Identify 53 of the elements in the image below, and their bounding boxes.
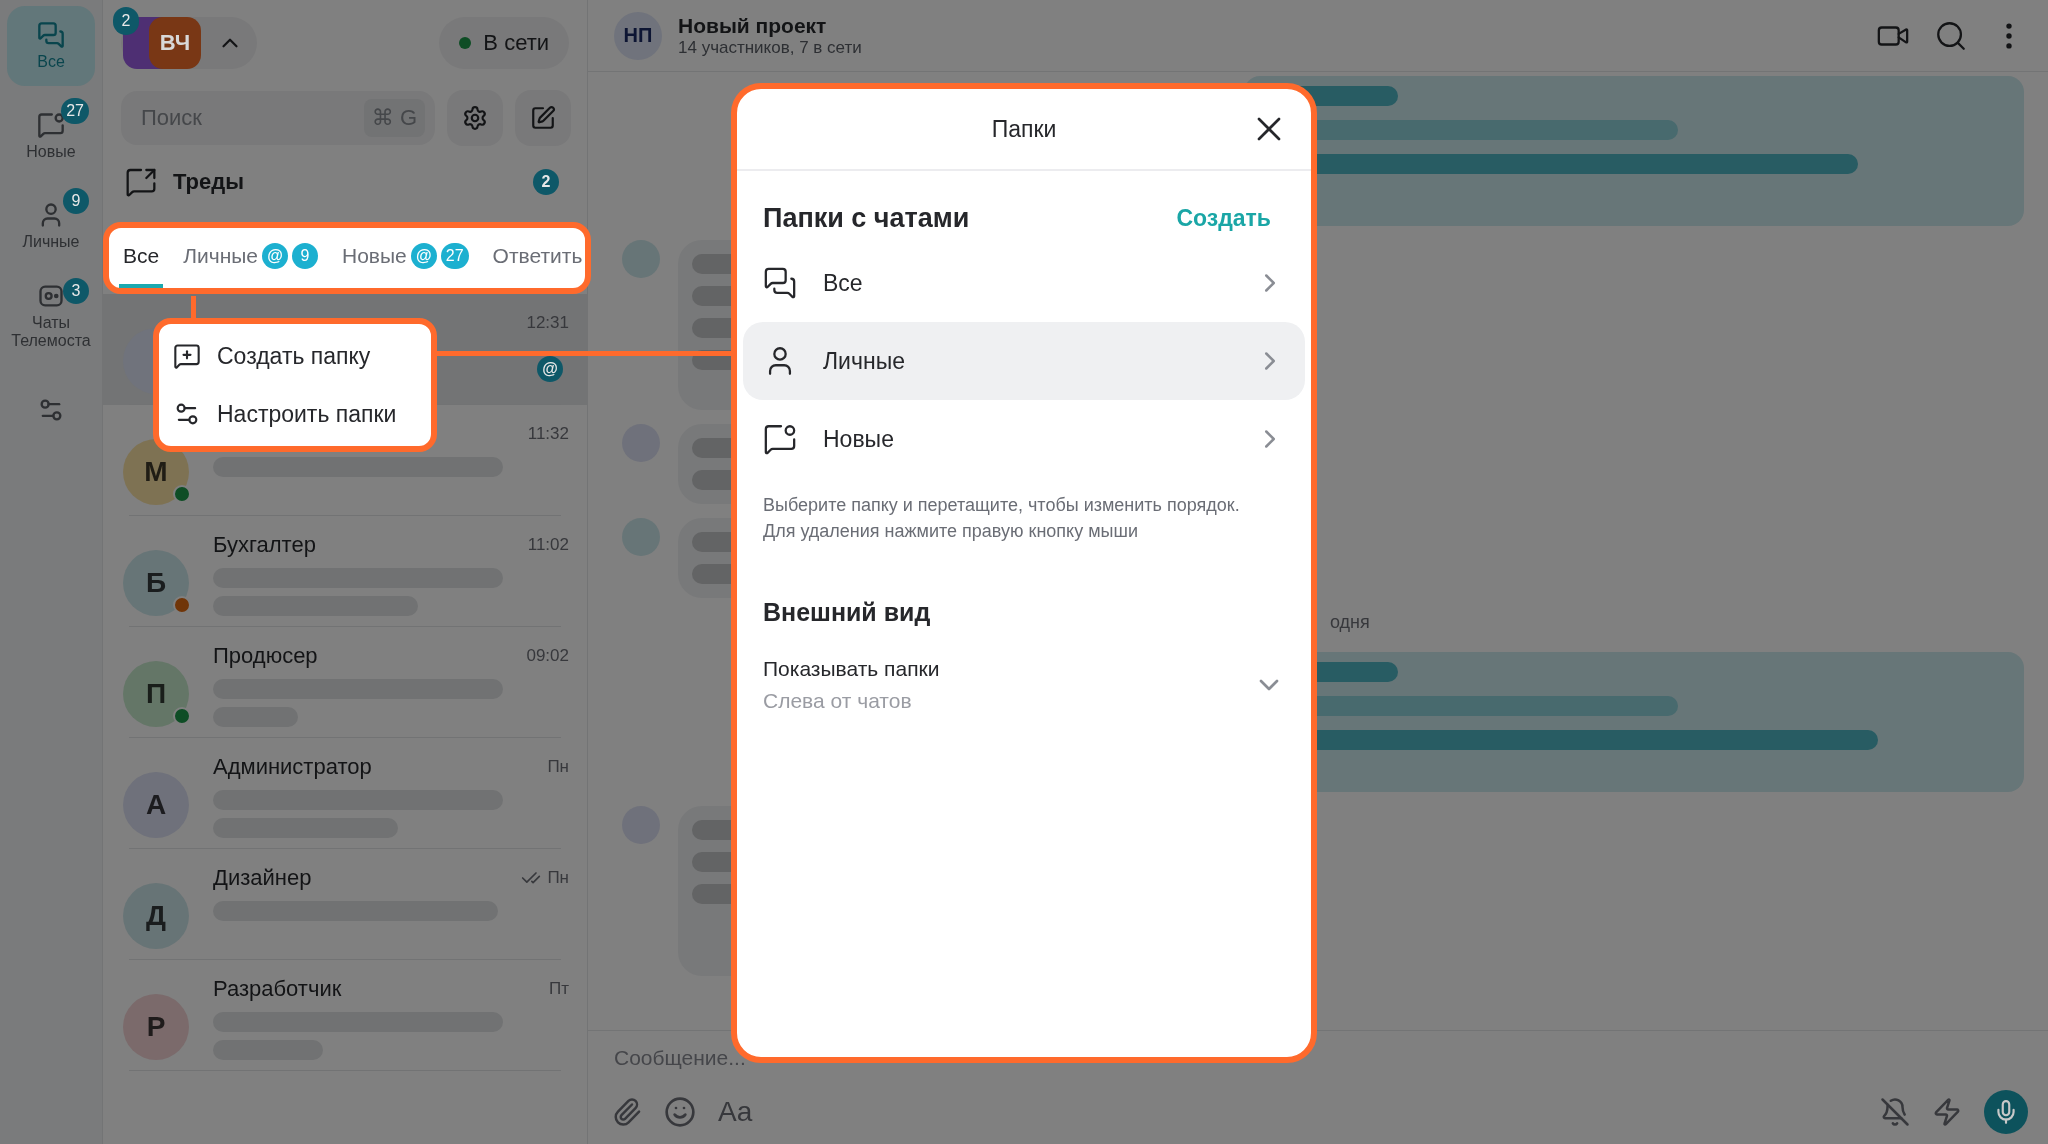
chat-avatar: М <box>123 439 189 505</box>
tab-label: Все <box>123 244 160 268</box>
count-badge: 9 <box>292 243 318 269</box>
account-avatar: ВЧ <box>149 17 201 69</box>
sidebar-label: Личные <box>22 232 80 252</box>
select-value: Слева от чатов <box>763 689 913 713</box>
chat-time: Пн <box>547 757 569 777</box>
count-badge: 27 <box>61 98 89 124</box>
hint-text: Выберите папку и перетащите, чтобы изменить порядок. Для удаления нажмите правую кнопку мыши <box>763 494 1241 543</box>
date-label: одня <box>1330 612 1370 634</box>
mention-badge: @ <box>537 356 563 382</box>
chat-avatar: А <box>123 772 189 838</box>
count-badge: 2 <box>113 7 139 35</box>
folder-label: Все <box>823 269 864 297</box>
chat-title: Новый проект <box>678 13 828 38</box>
chat-time: Пт <box>549 979 569 999</box>
chat-avatar: П <box>123 661 189 727</box>
chat-time: 09:02 <box>526 646 569 666</box>
count-badge: 2 <box>533 169 559 195</box>
section-title: Папки с чатами <box>763 203 970 234</box>
folder-label: Личные <box>823 347 906 375</box>
chat-time: 12:31 <box>526 313 569 333</box>
chat-name: Администратор <box>213 754 372 780</box>
section-title: Внешний вид <box>763 598 932 627</box>
menu-item-label: Настроить папки <box>217 400 397 428</box>
chat-subtitle: 14 участников, 7 в сети <box>678 37 863 58</box>
chat-avatar: Р <box>123 994 189 1060</box>
chat-avatar: Д <box>123 883 189 949</box>
chat-name: Продюсер <box>213 643 318 669</box>
chat-time: Пн <box>547 868 569 888</box>
count-badge: 9 <box>63 188 89 214</box>
chat-time: 11:32 <box>527 424 569 444</box>
sidebar-label: Новые <box>26 142 76 162</box>
chat-name: Разработчик <box>213 976 342 1002</box>
mention-badge: @ <box>410 243 437 269</box>
chat-name: Дизайнер <box>213 865 312 891</box>
dialog-title: Папки <box>991 115 1057 143</box>
select-label: Показывать папки <box>763 657 940 681</box>
count-badge: 3 <box>63 278 89 304</box>
tab-label: Личные <box>183 244 258 268</box>
count-badge: 27 <box>440 243 469 269</box>
tab-label: Новые <box>342 244 407 268</box>
sidebar-label: Чаты Телемоста <box>10 313 92 351</box>
chat-name: Бухгалтер <box>213 532 316 558</box>
menu-item-label: Создать папку <box>217 342 371 370</box>
mention-badge: @ <box>262 243 288 269</box>
tab-label: Ответить <box>492 244 583 268</box>
chat-avatar: НП <box>614 11 662 60</box>
folder-label: Новые <box>823 425 895 453</box>
status-label: В сети <box>483 30 549 56</box>
chat-avatar: Б <box>123 550 189 616</box>
sidebar-label: Все <box>37 52 65 72</box>
chat-time: 11:02 <box>527 535 569 555</box>
